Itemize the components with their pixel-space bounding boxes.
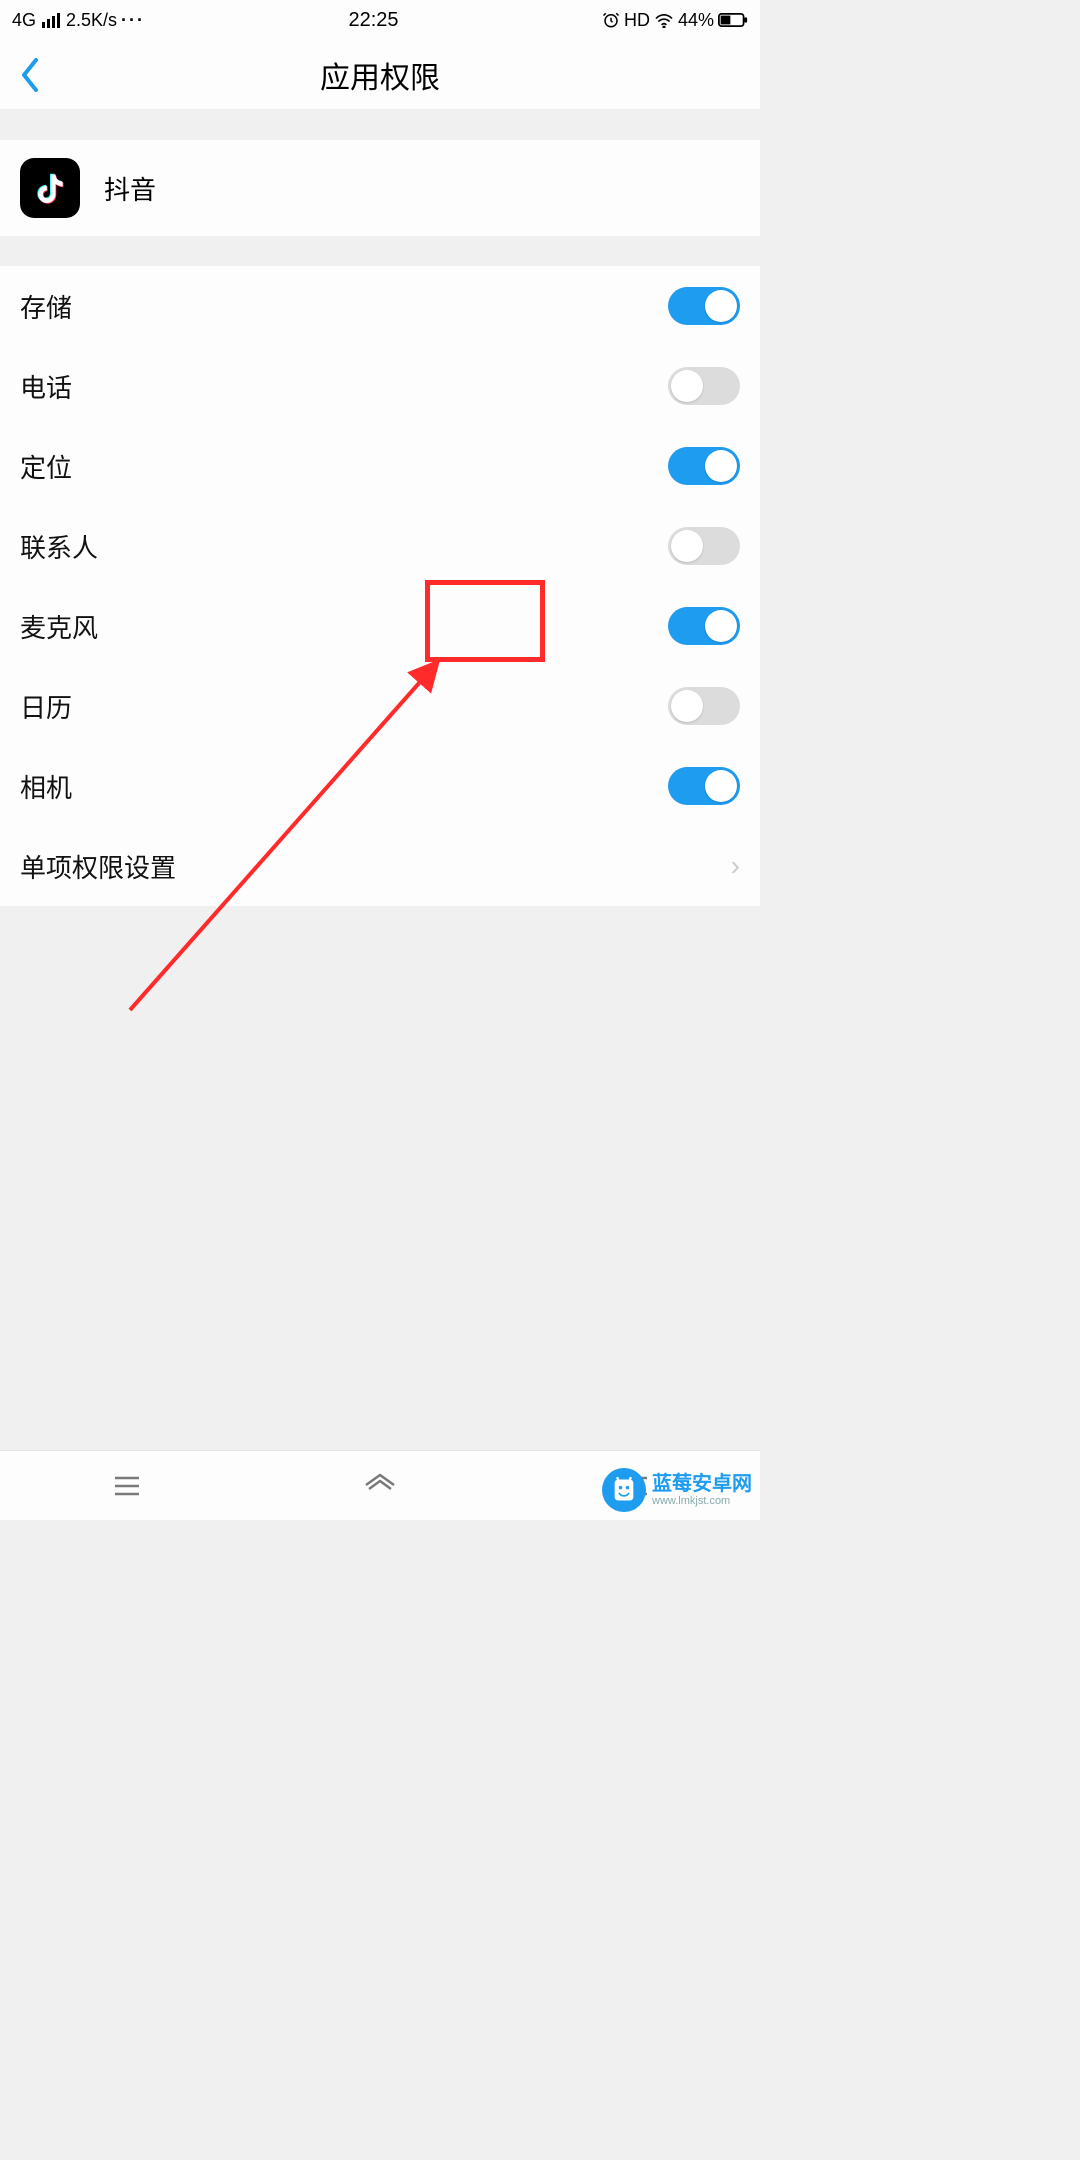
more-settings-label: 单项权限设置 bbox=[20, 848, 176, 885]
page-title: 应用权限 bbox=[0, 53, 760, 97]
chevron-right-icon: › bbox=[731, 850, 740, 882]
permission-toggle[interactable] bbox=[668, 687, 740, 725]
app-name: 抖音 bbox=[104, 170, 156, 207]
status-left: 4G 2.5K/s ··· bbox=[12, 10, 145, 31]
app-icon bbox=[20, 158, 80, 218]
watermark-icon bbox=[602, 1468, 646, 1512]
status-time: 22:25 bbox=[348, 9, 398, 32]
watermark-text: 蓝莓安卓网 www.lmkjst.com bbox=[652, 1473, 752, 1507]
permission-list: 存储电话定位联系人麦克风日历相机单项权限设置 › bbox=[0, 266, 760, 906]
chevron-left-icon bbox=[20, 58, 40, 92]
permission-row: 电话 bbox=[0, 346, 760, 426]
permission-row: 联系人 bbox=[0, 506, 760, 586]
watermark: 蓝莓安卓网 www.lmkjst.com bbox=[602, 1468, 752, 1512]
wifi-icon bbox=[654, 12, 674, 28]
permission-toggle[interactable] bbox=[668, 607, 740, 645]
permission-row: 相机 bbox=[0, 746, 760, 826]
header: 应用权限 bbox=[0, 40, 760, 110]
permission-toggle[interactable] bbox=[668, 767, 740, 805]
permission-toggle[interactable] bbox=[668, 527, 740, 565]
more-settings-row[interactable]: 单项权限设置 › bbox=[0, 826, 760, 906]
nav-home-button[interactable] bbox=[350, 1466, 410, 1506]
permission-row: 日历 bbox=[0, 666, 760, 746]
status-right: HD 44% bbox=[602, 10, 748, 31]
battery-icon bbox=[718, 12, 748, 28]
permission-row: 定位 bbox=[0, 426, 760, 506]
app-info-row: 抖音 bbox=[0, 140, 760, 236]
permission-toggle[interactable] bbox=[668, 287, 740, 325]
hd-label: HD bbox=[624, 10, 650, 31]
permission-row: 麦克风 bbox=[0, 586, 760, 666]
permission-label: 存储 bbox=[20, 288, 72, 325]
douyin-icon bbox=[31, 169, 69, 207]
permission-row: 存储 bbox=[0, 266, 760, 346]
battery-percent: 44% bbox=[678, 10, 714, 31]
permission-label: 日历 bbox=[20, 688, 72, 725]
signal-icon bbox=[42, 13, 60, 28]
nav-recents-button[interactable] bbox=[97, 1466, 157, 1506]
permission-toggle[interactable] bbox=[668, 367, 740, 405]
back-button[interactable] bbox=[0, 40, 60, 110]
permission-label: 电话 bbox=[20, 368, 72, 405]
permission-label: 相机 bbox=[20, 768, 72, 805]
section-gap bbox=[0, 110, 760, 140]
network-type: 4G bbox=[12, 10, 36, 31]
permission-toggle[interactable] bbox=[668, 447, 740, 485]
permission-label: 定位 bbox=[20, 448, 72, 485]
permission-label: 麦克风 bbox=[20, 608, 98, 645]
status-bar: 4G 2.5K/s ··· 22:25 HD 44% bbox=[0, 0, 760, 40]
section-gap bbox=[0, 236, 760, 266]
watermark-line2: www.lmkjst.com bbox=[652, 1495, 752, 1507]
watermark-line1: 蓝莓安卓网 bbox=[652, 1473, 752, 1495]
permission-label: 联系人 bbox=[20, 528, 98, 565]
menu-icon bbox=[112, 1474, 142, 1498]
alarm-icon bbox=[602, 11, 620, 29]
network-speed: 2.5K/s bbox=[66, 10, 117, 31]
home-icon bbox=[363, 1473, 397, 1499]
more-icon: ··· bbox=[121, 10, 145, 31]
